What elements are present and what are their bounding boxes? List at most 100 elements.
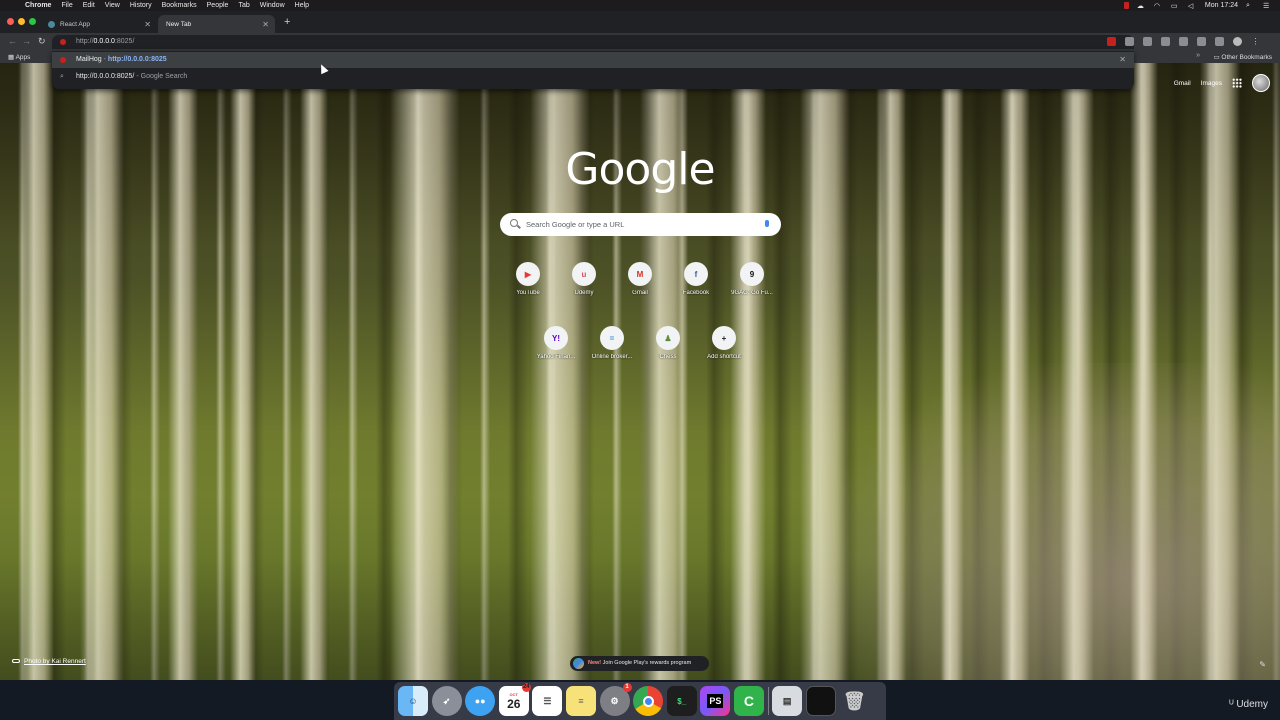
status-display-icon[interactable]: ▭ xyxy=(1171,2,1180,10)
site-info-icon[interactable] xyxy=(60,39,66,45)
shortcut-tile[interactable]: = Online broker... xyxy=(584,326,640,360)
new-tab-plus-icon[interactable]: + xyxy=(284,16,290,28)
menu-edit[interactable]: Edit xyxy=(78,2,100,9)
back-arrow-icon[interactable]: ← xyxy=(8,36,17,46)
omnibox-suggestions: MailHog - http://0.0.0.0:8025 ✕ ⌕ http:/… xyxy=(52,51,1134,89)
shortcut-tile[interactable]: 9 9GAG: Go Fu... xyxy=(724,262,780,296)
phpstorm-icon[interactable]: PS xyxy=(700,686,731,716)
menu-window[interactable]: Window xyxy=(255,2,290,9)
suggestion-search[interactable]: ⌕ http://0.0.0.0:8025/ - Google Search xyxy=(52,69,1134,85)
search-placeholder: Search Google or type a URL xyxy=(526,220,625,229)
shortcut-tile[interactable]: u Udemy xyxy=(556,262,612,296)
spotlight-search-icon[interactable]: ⌕ xyxy=(1246,2,1255,9)
browser-toolbar: ← → ↻ http://0.0.0.0:8025/ ⋮ xyxy=(0,33,1280,51)
reminders-icon[interactable]: ☰ xyxy=(532,686,563,716)
account-avatar[interactable] xyxy=(1252,74,1270,92)
forward-arrow-icon[interactable]: → xyxy=(22,36,31,46)
remove-suggestion-icon[interactable]: ✕ xyxy=(1119,52,1126,68)
launchpad-rocket-icon[interactable]: ➶ xyxy=(431,686,462,716)
desktop-thumbnail-icon[interactable] xyxy=(805,686,836,716)
calendar-day: 26 xyxy=(507,696,521,711)
redux-extension-icon[interactable] xyxy=(1197,37,1206,46)
shortcut-icon: ♟ xyxy=(656,326,680,350)
google-apps-grid-icon[interactable] xyxy=(1232,78,1242,88)
close-window-button[interactable] xyxy=(7,18,14,25)
notes-icon[interactable]: ≡ xyxy=(565,686,596,716)
tab-strip: React App ✕ New Tab ✕ + xyxy=(0,11,1280,33)
shortcut-label: Yahoo Finan... xyxy=(536,354,576,360)
calendar-icon[interactable]: OCT 26 24 xyxy=(498,683,531,716)
profile-avatar-icon[interactable] xyxy=(1233,37,1242,46)
bookmark-apps-label: Apps xyxy=(15,54,31,61)
menu-kebab-icon[interactable]: ⋮ xyxy=(1251,37,1260,46)
bookmarks-overflow-chevron-icon[interactable]: » xyxy=(1196,52,1200,59)
vue-extension-icon[interactable] xyxy=(1161,37,1170,46)
shortcut-tile[interactable]: Y! Yahoo Finan... xyxy=(528,326,584,360)
omnibox[interactable]: http://0.0.0.0:8025/ xyxy=(52,35,1134,49)
dock-separator xyxy=(767,687,769,715)
tab-new-tab[interactable]: New Tab ✕ xyxy=(158,15,275,33)
photo-credit-link[interactable]: Photo by Kai Rennert xyxy=(12,658,86,665)
shortcut-icon: ▶ xyxy=(516,262,540,286)
menu-help[interactable]: Help xyxy=(290,2,314,9)
shortcut-icon: = xyxy=(600,326,624,350)
menu-bookmarks[interactable]: Bookmarks xyxy=(157,2,202,9)
other-bookmarks[interactable]: ▭ Other Bookmarks xyxy=(1213,53,1272,61)
gear-extension-icon[interactable] xyxy=(1143,37,1152,46)
menu-app-chrome[interactable]: Chrome xyxy=(20,2,56,9)
shield-extension-icon[interactable] xyxy=(1125,37,1134,46)
system-preferences-gear-icon[interactable]: ⚙ 1 xyxy=(599,683,632,716)
downloads-stack-icon[interactable]: ▤ xyxy=(772,686,803,716)
puzzle-extension-icon[interactable] xyxy=(1179,37,1188,46)
shortcut-tile[interactable]: ♟ Chess xyxy=(640,326,696,360)
camtasia-icon[interactable]: C xyxy=(733,686,764,716)
suggestion-query: http://0.0.0.0:8025/ xyxy=(76,73,135,80)
menu-people[interactable]: People xyxy=(202,2,234,9)
menu-history[interactable]: History xyxy=(125,2,157,9)
menu-tab[interactable]: Tab xyxy=(233,2,254,9)
shortcut-icon: f xyxy=(684,262,708,286)
images-link[interactable]: Images xyxy=(1201,80,1222,87)
minimize-window-button[interactable] xyxy=(18,18,25,25)
tab-react-app[interactable]: React App ✕ xyxy=(40,15,157,33)
shortcut-tile[interactable]: M Gmail xyxy=(612,262,668,296)
menu-bar-clock[interactable]: Mon 17:24 xyxy=(1205,2,1238,9)
search-icon xyxy=(510,219,518,227)
suggestion-mailhog[interactable]: MailHog - http://0.0.0.0:8025 ✕ xyxy=(52,52,1134,68)
reload-icon[interactable]: ↻ xyxy=(38,36,46,47)
lastpass-extension-icon[interactable] xyxy=(1215,37,1224,46)
status-volume-icon[interactable]: ◁ xyxy=(1188,2,1197,10)
messages-icon[interactable]: ●● xyxy=(465,686,496,716)
calendar-badge: 24 xyxy=(521,683,531,692)
extension-icon[interactable] xyxy=(1107,37,1116,46)
chrome-icon[interactable] xyxy=(633,686,664,716)
shortcut-tile[interactable]: ▶ YouTube xyxy=(500,262,556,296)
shortcut-label: Gmail xyxy=(632,290,648,296)
macos-menu-bar: Chrome File Edit View History Bookmarks … xyxy=(0,0,1280,11)
shortcut-label: Udemy xyxy=(574,290,594,296)
shortcut-tile[interactable]: + Add shortcut xyxy=(696,326,752,360)
menu-file[interactable]: File xyxy=(56,2,77,9)
terminal-icon[interactable]: $_ xyxy=(666,686,697,716)
shortcut-tile[interactable]: f Facebook xyxy=(668,262,724,296)
close-tab-icon[interactable]: ✕ xyxy=(144,20,151,29)
close-tab-icon[interactable]: ✕ xyxy=(262,20,269,29)
menu-view[interactable]: View xyxy=(100,2,125,9)
finder-icon[interactable]: ☺ xyxy=(398,686,428,716)
notification-center-icon[interactable]: ☰ xyxy=(1263,2,1272,10)
customize-pencil-icon[interactable]: ✎ xyxy=(1259,660,1266,669)
status-app-icon[interactable] xyxy=(1123,2,1129,9)
trash-icon[interactable]: 🗑 xyxy=(839,686,869,716)
omnibox-scheme: http:// xyxy=(76,38,94,45)
chrome-center-icon xyxy=(642,695,654,707)
suggestion-hint: Google Search xyxy=(140,73,188,80)
microphone-icon[interactable] xyxy=(765,220,769,227)
search-box[interactable]: Search Google or type a URL xyxy=(500,213,781,236)
promo-chip[interactable]: New! Join Google Play's rewards program xyxy=(570,656,709,671)
udemy-watermark-text: Udemy xyxy=(1236,699,1268,710)
gmail-link[interactable]: Gmail xyxy=(1174,80,1191,87)
status-wifi-icon[interactable]: ◠ xyxy=(1154,2,1163,10)
bookmark-apps[interactable]: ▦ Apps xyxy=(8,53,30,61)
zoom-window-button[interactable] xyxy=(29,18,36,25)
status-cloud-icon[interactable]: ☁ xyxy=(1137,2,1146,10)
